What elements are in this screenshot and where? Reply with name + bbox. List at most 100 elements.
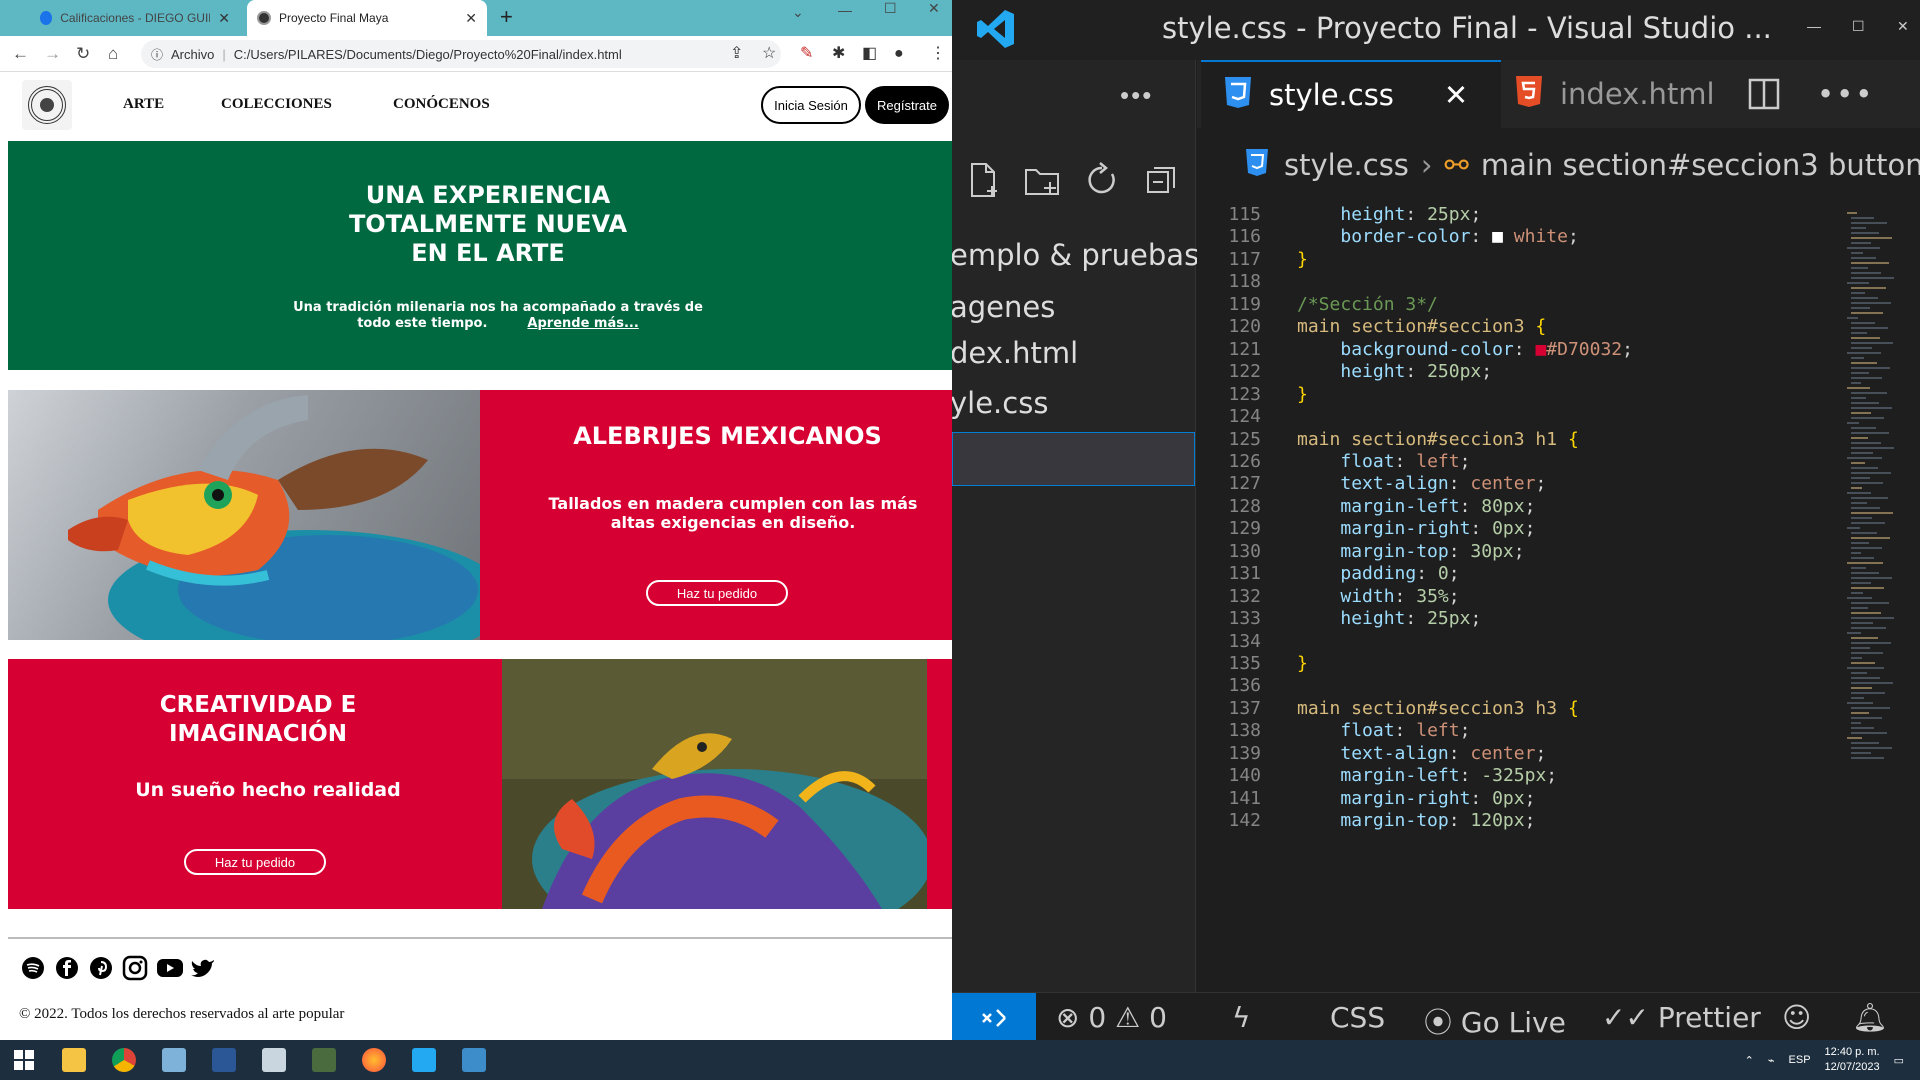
- minimap-line: [1851, 752, 1871, 754]
- language-indicator[interactable]: ESP: [1789, 1054, 1811, 1066]
- address-bar[interactable]: ⓘ Archivo | C:/Users/PILARES/Documents/D…: [141, 40, 781, 68]
- back-icon[interactable]: ←: [12, 45, 29, 63]
- lightning-icon[interactable]: ϟ: [1232, 1001, 1250, 1034]
- extensions-puzzle-icon[interactable]: ✱: [832, 45, 845, 63]
- explorer-selected-row[interactable]: [952, 432, 1195, 486]
- editor-tab-style-css[interactable]: style.css ✕: [1201, 60, 1501, 128]
- firefox-icon[interactable]: [362, 1048, 386, 1072]
- code-token: ;: [1524, 495, 1536, 517]
- reload-icon[interactable]: ↻: [76, 45, 90, 63]
- breadcrumb-file[interactable]: style.css: [1284, 148, 1409, 182]
- editor-tab-index-html[interactable]: index.html: [1512, 60, 1715, 128]
- more-actions-icon[interactable]: •••: [1120, 80, 1153, 111]
- info-icon[interactable]: ⓘ: [151, 46, 163, 63]
- share-icon[interactable]: ⇪: [730, 45, 743, 63]
- creatividad-title: CREATIVIDAD E IMAGINACIÓN: [159, 692, 357, 747]
- extension-eyedropper-icon[interactable]: ✎: [800, 45, 813, 63]
- minimap[interactable]: [1847, 202, 1907, 902]
- side-panel-icon[interactable]: ◧: [862, 45, 877, 63]
- go-live-button[interactable]: ⦿ Go Live: [1424, 1001, 1566, 1040]
- learn-more-link[interactable]: Aprende más...: [527, 316, 638, 331]
- app-icon[interactable]: [262, 1048, 286, 1072]
- notifications-bell-icon[interactable]: 🔔︎: [1852, 1001, 1888, 1034]
- profile-avatar-icon[interactable]: ●: [894, 45, 904, 63]
- minimap-line: [1851, 537, 1890, 539]
- photos-icon[interactable]: [462, 1048, 486, 1072]
- line-number: 129: [1228, 518, 1261, 540]
- language-mode[interactable]: CSS: [1330, 1001, 1385, 1034]
- code-token: :: [1448, 540, 1471, 562]
- app-icon[interactable]: [212, 1048, 236, 1072]
- minimap-line: [1847, 527, 1860, 529]
- bookmark-star-icon[interactable]: ☆: [762, 45, 776, 63]
- minimap-line: [1851, 447, 1894, 449]
- time: 12:40 p. m.: [1824, 1046, 1880, 1058]
- spotify-icon[interactable]: [20, 955, 46, 981]
- tab-title: Calificaciones - DIEGO GUILLERM: [60, 11, 210, 25]
- facebook-icon[interactable]: [54, 955, 80, 981]
- code-token: left: [1416, 450, 1460, 472]
- prettier-button[interactable]: ✓✓ Prettier: [1602, 1001, 1761, 1034]
- file-explorer-icon[interactable]: [62, 1048, 86, 1072]
- twitter-icon[interactable]: [190, 955, 216, 981]
- nav-link-colecciones[interactable]: COLECCIONES: [221, 96, 332, 113]
- network-icon[interactable]: ⌁: [1768, 1054, 1775, 1067]
- nav-link-arte[interactable]: ARTE: [123, 96, 164, 113]
- site-logo[interactable]: [22, 80, 72, 130]
- remote-indicator-icon[interactable]: [952, 993, 1036, 1040]
- code-editor[interactable]: 115 height: 25px; 116 border-color: ■ whi…: [1197, 202, 1920, 992]
- more-actions-icon[interactable]: •••: [1817, 60, 1874, 128]
- explorer-item-index-html[interactable]: dex.html: [952, 336, 1078, 370]
- windows-start-icon[interactable]: [14, 1050, 34, 1070]
- close-tab-icon[interactable]: ✕: [465, 10, 477, 27]
- maximize-icon[interactable]: ☐: [1852, 18, 1865, 35]
- order-button-alebrijes[interactable]: Haz tu pedido: [646, 580, 788, 606]
- tab-search-chevron-icon[interactable]: ⌄: [792, 4, 804, 20]
- pinterest-icon[interactable]: [88, 955, 114, 981]
- app-icon[interactable]: [312, 1048, 336, 1072]
- chevron-up-icon[interactable]: ⌃: [1745, 1054, 1754, 1067]
- home-icon[interactable]: ⌂: [108, 45, 118, 63]
- explorer-item-style-css[interactable]: yle.css: [952, 386, 1048, 420]
- youtube-icon[interactable]: [156, 955, 184, 981]
- instagram-icon[interactable]: [122, 955, 148, 981]
- problems-indicator[interactable]: ⊗ 0 ⚠ 0: [1056, 1001, 1167, 1034]
- collapse-folders-icon[interactable]: [1142, 160, 1182, 200]
- code-line[interactable]: 142 margin-top: 120px;: [1197, 810, 1897, 838]
- vscode-taskbar-icon[interactable]: [412, 1048, 436, 1072]
- close-tab-icon[interactable]: ✕: [218, 10, 230, 27]
- close-tab-icon[interactable]: ✕: [1444, 78, 1468, 112]
- new-file-icon[interactable]: [964, 160, 1004, 200]
- register-button[interactable]: Regístrate: [865, 86, 949, 124]
- notification-center-icon[interactable]: ▭: [1894, 1054, 1904, 1067]
- notepad-icon[interactable]: [162, 1048, 186, 1072]
- minimize-icon[interactable]: —: [838, 2, 852, 18]
- browser-tab-calificaciones[interactable]: Calificaciones - DIEGO GUILLERM ✕: [30, 0, 240, 36]
- close-window-icon[interactable]: ✕: [928, 0, 940, 16]
- breadcrumb-symbol[interactable]: main section#seccion3 button: [1481, 148, 1920, 182]
- refresh-icon[interactable]: [1082, 160, 1122, 200]
- split-editor-icon[interactable]: [1747, 60, 1781, 128]
- explorer-item-imagenes[interactable]: agenes: [952, 290, 1055, 324]
- menu-kebab-icon[interactable]: ⋮: [930, 45, 946, 63]
- chrome-icon[interactable]: [112, 1048, 136, 1072]
- code-token: height: [1340, 204, 1406, 225]
- explorer-item-pruebas[interactable]: emplo & pruebas: [952, 238, 1199, 272]
- forward-icon[interactable]: →: [44, 45, 61, 63]
- close-window-icon[interactable]: ✕: [1897, 18, 1909, 35]
- new-folder-icon[interactable]: [1022, 160, 1062, 200]
- feedback-icon[interactable]: ☺: [1782, 1001, 1811, 1034]
- minimap-line: [1851, 757, 1884, 759]
- order-button-creatividad[interactable]: Haz tu pedido: [184, 849, 326, 875]
- url-text[interactable]: C:/Users/PILARES/Documents/Diego/Proyect…: [234, 47, 622, 62]
- maximize-icon[interactable]: ☐: [884, 0, 897, 16]
- line-number: 138: [1228, 720, 1261, 742]
- code-token: ;: [1448, 563, 1460, 585]
- clock[interactable]: 12:40 p. m. 12/07/2023: [1825, 1045, 1880, 1075]
- login-button[interactable]: Inicia Sesión: [761, 86, 861, 124]
- nav-link-conocenos[interactable]: CONÓCENOS: [393, 96, 490, 113]
- new-tab-icon[interactable]: +: [500, 6, 513, 28]
- minimize-icon[interactable]: —: [1807, 18, 1821, 34]
- minimap-line: [1851, 257, 1876, 259]
- browser-tab-proyecto[interactable]: Proyecto Final Maya ✕: [247, 0, 487, 36]
